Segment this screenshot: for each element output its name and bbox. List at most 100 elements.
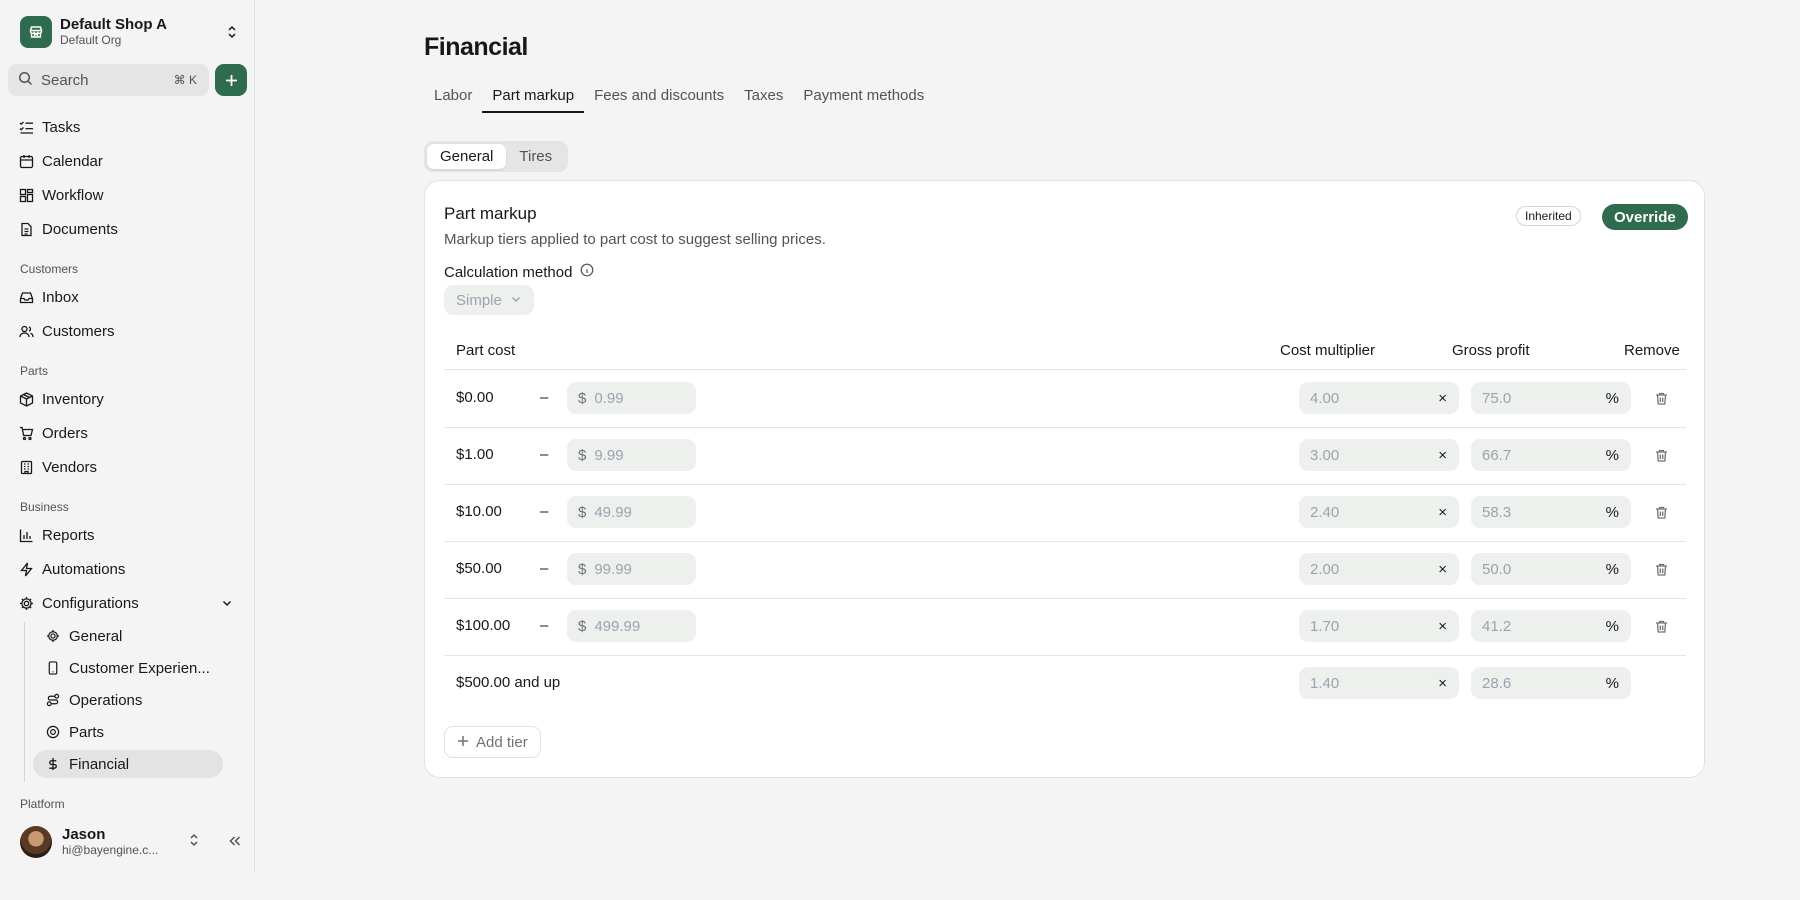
to-input[interactable]: $0.99 (567, 382, 696, 414)
create-button[interactable] (215, 64, 247, 96)
gross-profit-input[interactable]: 58.3% (1471, 496, 1631, 528)
to-input[interactable]: $49.99 (567, 496, 696, 528)
sub-item-operations[interactable]: Operations (33, 686, 223, 714)
to-value: 49.99 (594, 503, 632, 521)
multiplier-value: 3.00 (1310, 446, 1340, 464)
cell-from: $10.00 (456, 503, 502, 520)
nav-documents[interactable]: Documents (18, 216, 118, 242)
cell-from: $50.00 (456, 560, 502, 577)
nav-inventory[interactable]: Inventory (18, 386, 104, 412)
gross-profit-input[interactable]: 75.0% (1471, 382, 1631, 414)
table-row: $500.00 and up 1.40 × 28.6% (444, 655, 1686, 712)
chevrons-up-down-icon[interactable] (188, 833, 200, 851)
sub-item-parts[interactable]: Parts (33, 718, 223, 746)
nav-reports[interactable]: Reports (18, 522, 95, 548)
info-icon[interactable] (580, 263, 594, 281)
sub-item-label: General (69, 627, 123, 645)
multiplier-value: 4.00 (1310, 389, 1340, 407)
to-value: 0.99 (594, 389, 624, 407)
user-menu[interactable]: Jason hi@bayengine.c... (20, 825, 242, 859)
sub-item-financial[interactable]: Financial (33, 750, 223, 778)
multiplier-value: 1.70 (1310, 617, 1340, 635)
sub-item-customer-experience[interactable]: Customer Experien... (33, 654, 223, 682)
sub-item-general[interactable]: General (33, 622, 223, 650)
search-shortcut: ⌘ K (173, 73, 197, 87)
tab-labor[interactable]: Labor (424, 84, 482, 113)
collapse-sidebar-icon[interactable] (228, 834, 242, 851)
tab-payment-methods[interactable]: Payment methods (793, 84, 934, 113)
calculation-method-text: Calculation method (444, 263, 573, 281)
table-row: $50.00 – $99.99 2.00 × 50.0% (444, 541, 1686, 598)
multiplier-input[interactable]: 1.70 × (1299, 610, 1459, 642)
calculation-method-select[interactable]: Simple (444, 285, 534, 315)
currency-prefix: $ (578, 446, 587, 464)
multiplier-input[interactable]: 3.00 × (1299, 439, 1459, 471)
search-label: Search (41, 71, 89, 89)
tab-fees-and-discounts[interactable]: Fees and discounts (584, 84, 734, 113)
gross-profit-input[interactable]: 28.6% (1471, 667, 1631, 699)
workflow-icon (18, 187, 34, 203)
currency-prefix: $ (578, 389, 587, 407)
trash-icon[interactable] (1652, 560, 1670, 578)
header-gross-profit: Gross profit (1452, 342, 1530, 359)
segment-tires[interactable]: Tires (506, 144, 565, 169)
section-business: Business (20, 500, 69, 514)
tab-taxes[interactable]: Taxes (734, 84, 793, 113)
smartphone-icon (45, 660, 61, 676)
chevrons-up-down-icon[interactable] (222, 25, 242, 39)
nav-inbox[interactable]: Inbox (18, 284, 79, 310)
search-button[interactable]: Search ⌘ K (8, 64, 209, 96)
avatar (20, 826, 52, 858)
trash-icon[interactable] (1652, 446, 1670, 464)
store-icon (20, 16, 52, 48)
percent-suffix: % (1605, 560, 1619, 578)
multiplier-input[interactable]: 2.00 × (1299, 553, 1459, 585)
sub-item-label: Parts (69, 723, 105, 741)
cell-from: $1.00 (456, 446, 494, 463)
cell-from: $500.00 and up (456, 674, 561, 691)
sub-item-label: Customer Experien... (69, 659, 210, 677)
multiplier-input[interactable]: 2.40 × (1299, 496, 1459, 528)
trash-icon[interactable] (1652, 617, 1670, 635)
override-button[interactable]: Override (1602, 204, 1688, 230)
shop-switcher[interactable]: Default Shop A Default Org (20, 15, 242, 49)
sidebar: Default Shop A Default Org Search ⌘ K Ta… (0, 0, 255, 873)
gross-profit-input[interactable]: 66.7% (1471, 439, 1631, 471)
to-input[interactable]: $99.99 (567, 553, 696, 585)
nav-label: Customers (42, 322, 115, 340)
to-value: 499.99 (594, 617, 641, 635)
trash-icon[interactable] (1652, 503, 1670, 521)
to-input[interactable]: $9.99 (567, 439, 696, 471)
trash-icon[interactable] (1652, 389, 1670, 407)
card-title: Part markup (444, 204, 537, 223)
nav-workflow[interactable]: Workflow (18, 182, 103, 208)
tab-part-markup[interactable]: Part markup (482, 84, 585, 113)
nav-customers[interactable]: Customers (18, 318, 115, 344)
nav-configurations[interactable]: Configurations (18, 590, 139, 616)
nav-automations[interactable]: Automations (18, 556, 125, 582)
route-icon (45, 692, 61, 708)
segment-general[interactable]: General (427, 144, 507, 169)
users-icon (18, 323, 34, 339)
nav-label: Orders (42, 424, 88, 442)
table-row: $0.00 – $0.99 4.00 × 75.0% (444, 370, 1686, 427)
gross-profit-value: 75.0 (1482, 389, 1512, 407)
percent-suffix: % (1605, 674, 1619, 692)
multiplier-input[interactable]: 4.00 × (1299, 382, 1459, 414)
section-customers: Customers (20, 262, 79, 276)
multiplier-value: 2.00 (1310, 560, 1340, 578)
nav-calendar[interactable]: Calendar (18, 148, 103, 174)
chevron-down-icon[interactable] (221, 596, 233, 613)
nav-label: Documents (42, 220, 118, 238)
calendar-icon (18, 153, 34, 169)
add-tier-button[interactable]: Add tier (444, 726, 541, 758)
nav-tasks[interactable]: Tasks (18, 114, 80, 140)
nav-vendors[interactable]: Vendors (18, 454, 97, 480)
gross-profit-input[interactable]: 50.0% (1471, 553, 1631, 585)
multiplier-input[interactable]: 1.40 × (1299, 667, 1459, 699)
nav-orders[interactable]: Orders (18, 420, 88, 446)
gross-profit-input[interactable]: 41.2% (1471, 610, 1631, 642)
to-input[interactable]: $499.99 (567, 610, 696, 642)
gross-profit-value: 50.0 (1482, 560, 1512, 578)
gross-profit-value: 66.7 (1482, 446, 1512, 464)
